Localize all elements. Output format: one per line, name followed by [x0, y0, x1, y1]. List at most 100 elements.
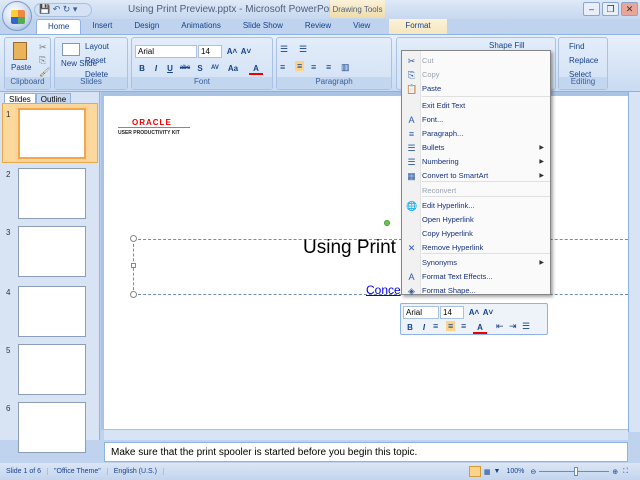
- change-case-button[interactable]: Aa: [226, 62, 240, 75]
- slide-sorter-icon[interactable]: ▦: [484, 468, 491, 476]
- mini-font-color-button[interactable]: A: [473, 321, 487, 334]
- rotation-handle[interactable]: [384, 220, 390, 226]
- mini-align-left-icon[interactable]: ≡: [433, 321, 438, 331]
- theme-name[interactable]: "Office Theme": [48, 468, 108, 475]
- underline-button[interactable]: U: [163, 62, 177, 75]
- mini-bold-button[interactable]: B: [403, 321, 417, 334]
- tab-view[interactable]: View: [342, 19, 381, 35]
- mini-align-right-icon[interactable]: ≡: [461, 321, 466, 331]
- find-button[interactable]: Find: [569, 42, 585, 51]
- font-size-combo[interactable]: 14: [198, 45, 222, 58]
- menu-item-exit-edit-text[interactable]: Exit Edit Text: [402, 99, 550, 113]
- slide-thumbnail[interactable]: [18, 168, 86, 219]
- mini-font-combo[interactable]: Arial: [403, 306, 439, 319]
- slide-show-icon[interactable]: ▼: [494, 468, 501, 475]
- slide-thumbnail[interactable]: [18, 402, 86, 453]
- tab-format[interactable]: Format: [389, 19, 447, 35]
- horizontal-scrollbar[interactable]: [104, 430, 628, 440]
- menu-item-copy[interactable]: ⎘ Copy: [402, 68, 550, 82]
- bullets-icon[interactable]: ☰: [280, 44, 288, 55]
- center-icon[interactable]: ≡: [295, 61, 305, 71]
- align-left-icon[interactable]: ≡: [280, 62, 285, 72]
- shape-fill-button[interactable]: Shape Fill: [489, 41, 525, 50]
- menu-item-remove-hyperlink[interactable]: ✕ Remove Hyperlink: [402, 241, 550, 255]
- shrink-font-button[interactable]: A˅: [239, 45, 253, 58]
- slide-thumbnail[interactable]: [18, 108, 86, 159]
- menu-item-convert-to-smartart[interactable]: ▦ Convert to SmartArt ▶: [402, 169, 550, 183]
- strikethrough-button[interactable]: abc: [178, 62, 192, 75]
- undo-icon[interactable]: ↶: [53, 4, 61, 14]
- menu-item-edit-hyperlink[interactable]: 🌐 Edit Hyperlink...: [402, 199, 550, 213]
- justify-icon[interactable]: ≡: [326, 62, 331, 72]
- customize-qat-icon[interactable]: ▾: [73, 4, 78, 14]
- zoom-level[interactable]: 100%: [506, 468, 524, 475]
- menu-item-copy-hyperlink[interactable]: Copy Hyperlink: [402, 227, 550, 241]
- mini-size-combo[interactable]: 14: [440, 306, 464, 319]
- menu-item-open-hyperlink[interactable]: Open Hyperlink: [402, 213, 550, 227]
- columns-icon[interactable]: ▥: [341, 62, 350, 73]
- layout-button[interactable]: Layout: [85, 42, 109, 51]
- mini-center-icon[interactable]: ≡: [446, 321, 456, 331]
- menu-item-paste[interactable]: 📋 Paste: [402, 82, 550, 96]
- fit-to-window-icon[interactable]: ⛶: [623, 468, 628, 476]
- vertical-scrollbar[interactable]: [628, 92, 640, 432]
- mini-shrink-font-button[interactable]: A˅: [481, 306, 495, 319]
- numbering-icon[interactable]: ☰: [299, 44, 307, 55]
- bold-button[interactable]: B: [135, 62, 149, 75]
- resize-handle[interactable]: [131, 263, 136, 268]
- tab-review[interactable]: Review: [294, 19, 342, 35]
- reset-button[interactable]: Reset: [85, 56, 106, 65]
- menu-item-paragraph[interactable]: ≡ Paragraph...: [402, 127, 550, 141]
- shadow-button[interactable]: S: [193, 62, 207, 75]
- tab-animations[interactable]: Animations: [170, 19, 232, 35]
- tab-slide-show[interactable]: Slide Show: [232, 19, 294, 35]
- mini-grow-font-button[interactable]: A˄: [467, 306, 481, 319]
- tab-insert[interactable]: Insert: [81, 19, 123, 35]
- slide-thumbnail[interactable]: [18, 286, 86, 337]
- mini-italic-button[interactable]: I: [417, 321, 431, 334]
- zoom-thumb[interactable]: [574, 467, 579, 476]
- tab-home[interactable]: Home: [36, 19, 82, 35]
- slide-hyperlink[interactable]: Conce: [366, 283, 401, 297]
- paste-button[interactable]: Paste: [11, 63, 31, 72]
- font-color-button[interactable]: A: [249, 62, 263, 75]
- mini-decrease-indent-icon[interactable]: ⇤: [496, 321, 504, 332]
- zoom-slider[interactable]: [539, 467, 610, 476]
- menu-item-format-text-effects[interactable]: A Format Text Effects...: [402, 270, 550, 284]
- cut-icon[interactable]: ✂: [39, 42, 47, 53]
- language[interactable]: English (U.S.): [108, 468, 164, 475]
- menu-item-bullets[interactable]: ☰ Bullets ▶: [402, 141, 550, 155]
- resize-handle[interactable]: [130, 291, 137, 298]
- minimize-button[interactable]: –: [583, 2, 600, 16]
- mini-increase-indent-icon[interactable]: ⇥: [509, 321, 517, 332]
- copy-icon[interactable]: ⎘: [39, 55, 46, 66]
- close-button[interactable]: ✕: [621, 2, 638, 16]
- zoom-in-icon[interactable]: ⊕: [612, 468, 618, 476]
- slide-title[interactable]: Using Print: [303, 237, 396, 259]
- italic-button[interactable]: I: [149, 62, 163, 75]
- normal-view-icon[interactable]: [468, 466, 481, 477]
- font-name-combo[interactable]: Arial: [135, 45, 197, 58]
- menu-item-synonyms[interactable]: Synonyms ▶: [402, 256, 550, 270]
- menu-item-reconvert[interactable]: Reconvert: [402, 184, 550, 198]
- menu-item-numbering[interactable]: ☰ Numbering ▶: [402, 155, 550, 169]
- mini-bullets-icon[interactable]: ☰: [522, 321, 530, 332]
- replace-button[interactable]: Replace: [569, 56, 598, 65]
- slide-thumbnail[interactable]: [18, 344, 86, 395]
- save-icon[interactable]: 💾: [39, 4, 50, 14]
- slide-thumbnail[interactable]: [18, 226, 86, 277]
- office-button[interactable]: [2, 1, 32, 31]
- menu-item-font[interactable]: A Font...: [402, 113, 550, 127]
- align-right-icon[interactable]: ≡: [311, 62, 316, 72]
- character-spacing-button[interactable]: AV: [208, 62, 222, 75]
- restore-button[interactable]: ❐: [602, 2, 619, 16]
- new-slide-icon[interactable]: [62, 43, 80, 56]
- paste-icon[interactable]: [13, 42, 27, 60]
- grow-font-button[interactable]: A˄: [225, 45, 239, 58]
- resize-handle[interactable]: [130, 235, 137, 242]
- zoom-out-icon[interactable]: ⊖: [530, 468, 536, 476]
- menu-item-cut[interactable]: ✂ Cut: [402, 54, 550, 68]
- menu-item-format-shape[interactable]: ◈ Format Shape...: [402, 284, 550, 298]
- redo-icon[interactable]: ↻: [63, 4, 71, 14]
- tab-design[interactable]: Design: [123, 19, 170, 35]
